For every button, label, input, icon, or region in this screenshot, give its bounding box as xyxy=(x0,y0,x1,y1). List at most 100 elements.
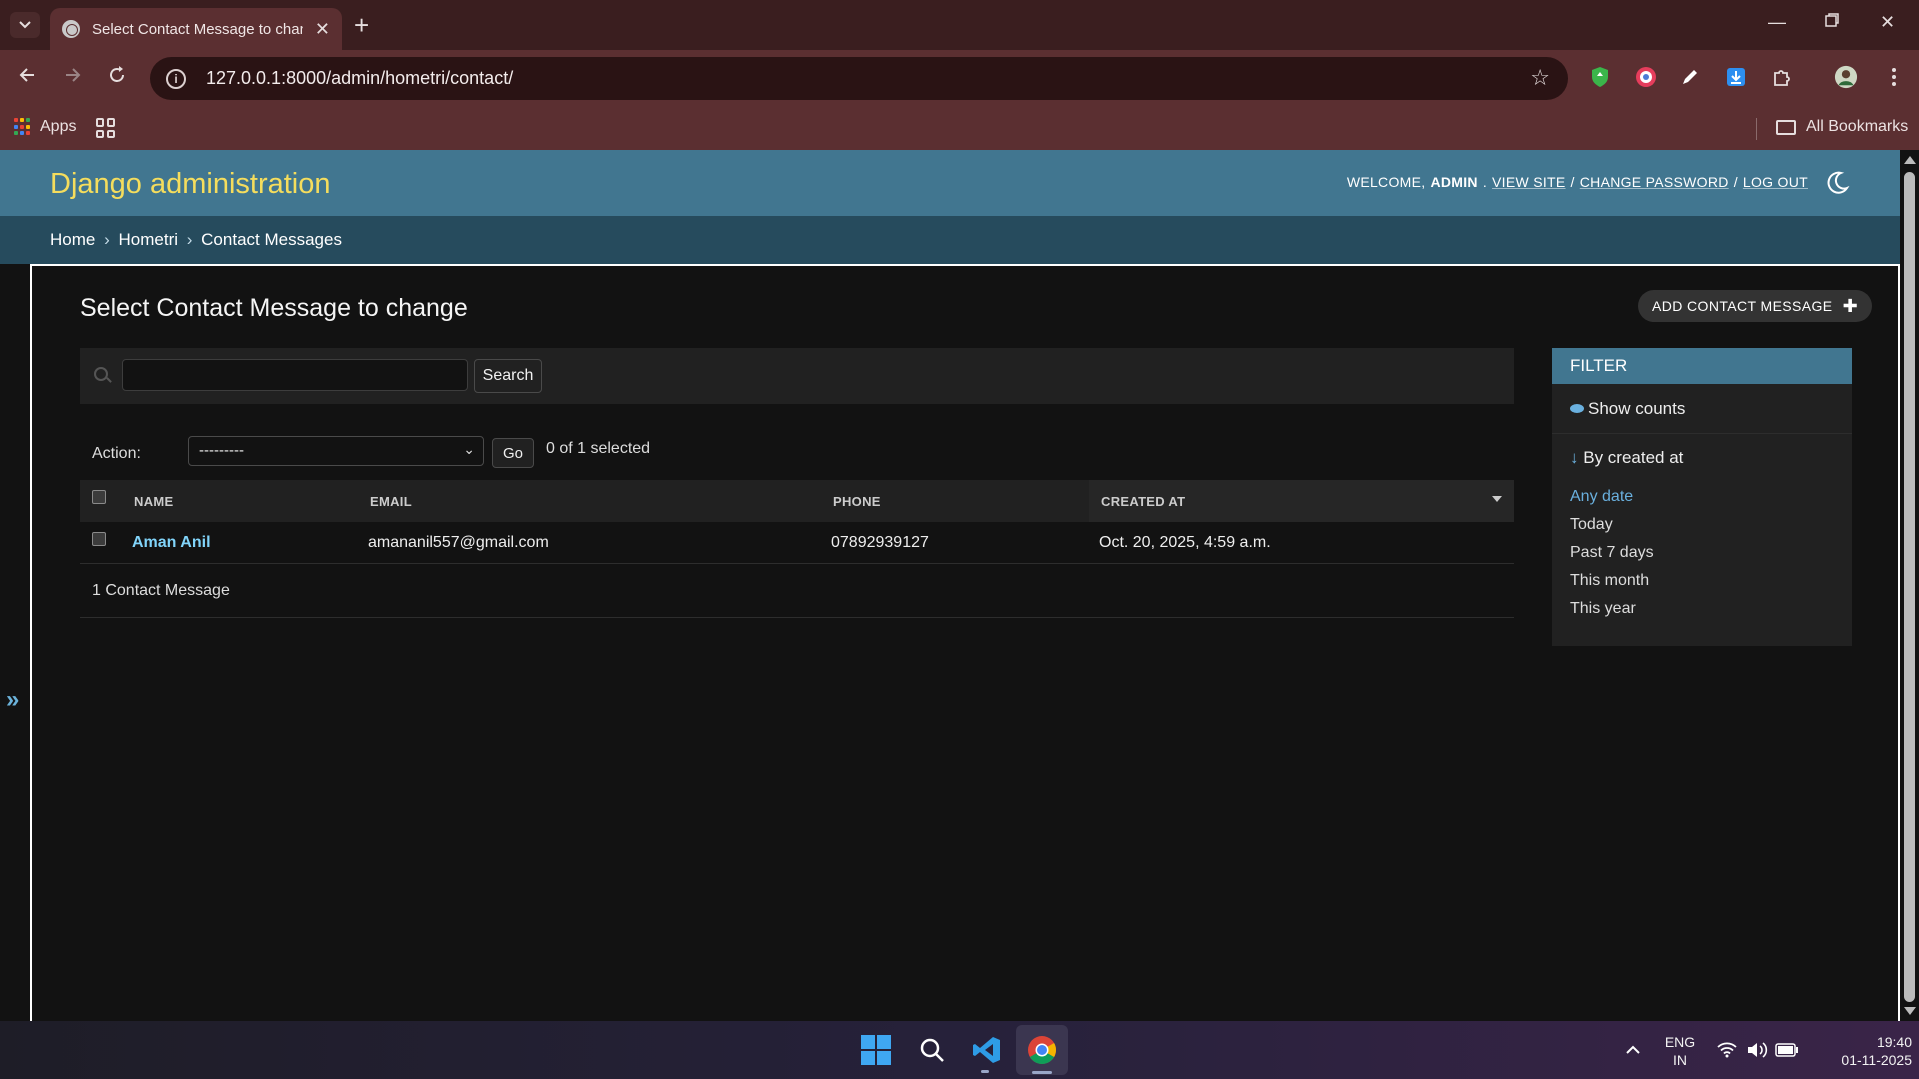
bookmark-apps-label: Apps xyxy=(40,118,77,135)
column-header-created-at[interactable]: CREATED AT xyxy=(1101,494,1185,509)
sort-descending-icon[interactable] xyxy=(1492,496,1502,502)
filter-option-any-date[interactable]: Any date xyxy=(1570,488,1834,516)
tools-separator: / xyxy=(1570,174,1575,190)
close-tab-icon[interactable]: ✕ xyxy=(315,19,330,40)
reload-icon[interactable] xyxy=(106,64,128,92)
row-phone: 07892939127 xyxy=(831,534,929,551)
pen-extension-icon[interactable] xyxy=(1678,65,1702,89)
scroll-down-icon[interactable] xyxy=(1904,1007,1916,1015)
breadcrumb-current: Contact Messages xyxy=(201,230,342,249)
column-header-phone[interactable]: PHONE xyxy=(833,494,881,509)
filter-section-title: By created at xyxy=(1583,448,1684,467)
action-select-value: --------- xyxy=(199,442,244,459)
breadcrumb-separator: › xyxy=(104,230,110,249)
site-brand[interactable]: Django administration xyxy=(50,168,330,201)
table-row: Aman Anil amananil557@gmail.com 07892939… xyxy=(80,522,1514,564)
tab-title: Select Contact Message to change | Djang… xyxy=(92,20,303,38)
breadcrumb: Home › Hometri › Contact Messages xyxy=(0,216,1900,264)
bookmark-star-icon[interactable]: ☆ xyxy=(1530,65,1550,91)
log-out-link[interactable]: LOG OUT xyxy=(1743,174,1808,190)
volume-icon[interactable] xyxy=(1740,1033,1774,1067)
tab-groups-icon[interactable] xyxy=(96,118,116,138)
column-header-name[interactable]: NAME xyxy=(134,494,173,509)
go-button[interactable]: Go xyxy=(492,438,534,468)
action-select[interactable]: --------- ⌄ xyxy=(188,436,484,466)
column-header-email[interactable]: EMAIL xyxy=(370,494,412,509)
profile-avatar-icon[interactable] xyxy=(1834,65,1858,89)
show-counts-link[interactable]: Show counts xyxy=(1552,384,1852,434)
search-icon xyxy=(94,367,108,381)
windows-taskbar: ENG IN 19:40 01-11-2025 xyxy=(0,1021,1919,1079)
browser-menu-icon[interactable] xyxy=(1882,65,1906,89)
windows-start-icon[interactable] xyxy=(859,1033,893,1067)
scroll-thumb[interactable] xyxy=(1904,172,1915,1002)
clock-date: 01-11-2025 xyxy=(1841,1052,1912,1068)
show-counts-label: Show counts xyxy=(1588,398,1686,418)
search-input[interactable] xyxy=(122,359,468,391)
bookmarks-divider xyxy=(1756,118,1757,140)
colorful-extension-icon[interactable] xyxy=(1634,65,1658,89)
all-bookmarks-label: All Bookmarks xyxy=(1806,118,1909,135)
clock-time: 19:40 xyxy=(1876,1034,1912,1050)
view-site-link[interactable]: VIEW SITE xyxy=(1492,174,1566,190)
table-header: NAME EMAIL PHONE CREATED AT xyxy=(80,480,1514,522)
clock[interactable]: 19:40 01-11-2025 xyxy=(1812,1033,1912,1069)
search-icon[interactable] xyxy=(915,1033,949,1067)
scroll-up-icon[interactable] xyxy=(1904,156,1916,164)
site-info-icon[interactable]: i xyxy=(166,68,186,89)
row-name-link[interactable]: Aman Anil xyxy=(132,534,211,552)
chevron-down-icon xyxy=(19,21,31,29)
extensions-puzzle-icon[interactable] xyxy=(1770,65,1794,89)
breadcrumb-home[interactable]: Home xyxy=(50,230,95,249)
nav-sidebar-toggle[interactable]: » xyxy=(6,686,19,714)
shield-extension-icon[interactable] xyxy=(1588,65,1612,89)
filter-title: FILTER xyxy=(1552,348,1852,384)
search-button[interactable]: Search xyxy=(474,359,542,393)
page-scrollbar[interactable] xyxy=(1900,150,1919,1021)
all-bookmarks[interactable]: All Bookmarks xyxy=(1776,118,1908,136)
welcome-text: WELCOME, xyxy=(1346,174,1426,190)
battery-icon[interactable] xyxy=(1770,1033,1804,1067)
forward-icon[interactable] xyxy=(62,64,84,92)
result-list: NAME EMAIL PHONE CREATED AT Aman Anil am… xyxy=(80,480,1514,618)
browser-tab-active[interactable]: Select Contact Message to change | Djang… xyxy=(50,8,342,50)
tab-search-button[interactable] xyxy=(10,12,40,38)
close-window-icon[interactable]: ✕ xyxy=(1880,12,1895,33)
user-tools: WELCOME, ADMIN. VIEW SITE / CHANGE PASSW… xyxy=(1346,174,1808,190)
page-title: Select Contact Message to change xyxy=(80,294,468,322)
minimize-icon[interactable]: — xyxy=(1768,12,1786,33)
eye-icon xyxy=(1570,404,1584,413)
new-tab-button[interactable]: + xyxy=(354,10,369,41)
back-icon[interactable] xyxy=(16,64,38,92)
selected-count: 0 of 1 selected xyxy=(546,440,651,457)
restore-icon[interactable] xyxy=(1824,12,1840,33)
row-checkbox[interactable] xyxy=(92,532,106,546)
region-code: IN xyxy=(1673,1052,1687,1068)
filter-option-this-month[interactable]: This month xyxy=(1570,572,1834,600)
breadcrumb-app[interactable]: Hometri xyxy=(119,230,179,249)
tools-separator: / xyxy=(1733,174,1738,190)
vscode-icon[interactable] xyxy=(970,1033,1004,1067)
content-area: Select Contact Message to change ADD CON… xyxy=(30,264,1900,1021)
add-contact-message-button[interactable]: ADD CONTACT MESSAGE ✚ xyxy=(1638,290,1873,322)
download-extension-icon[interactable] xyxy=(1724,65,1748,89)
row-email: amananil557@gmail.com xyxy=(368,534,549,551)
filter-option-today[interactable]: Today xyxy=(1570,516,1834,544)
change-password-link[interactable]: CHANGE PASSWORD xyxy=(1580,174,1729,190)
filter-section-created-at[interactable]: ↓ By created at xyxy=(1552,434,1852,482)
theme-toggle-moon-icon[interactable] xyxy=(1824,170,1850,196)
chevron-up-icon[interactable] xyxy=(1616,1033,1650,1067)
wifi-icon[interactable] xyxy=(1710,1033,1744,1067)
add-button-label: ADD CONTACT MESSAGE xyxy=(1652,298,1833,314)
filter-option-this-year[interactable]: This year xyxy=(1570,600,1834,628)
language-indicator[interactable]: ENG IN xyxy=(1660,1033,1700,1069)
bookmark-apps[interactable]: Apps xyxy=(14,118,76,136)
language-code: ENG xyxy=(1664,1034,1696,1050)
browser-tabstrip: Select Contact Message to change | Djang… xyxy=(0,0,1919,50)
apps-grid-icon xyxy=(14,118,32,136)
filter-option-past-7-days[interactable]: Past 7 days xyxy=(1570,544,1834,572)
browser-toolbar: i 127.0.0.1:8000/admin/hometri/contact/ … xyxy=(0,50,1919,108)
select-all-checkbox[interactable] xyxy=(92,490,106,504)
address-bar[interactable]: i 127.0.0.1:8000/admin/hometri/contact/ … xyxy=(150,57,1568,100)
chrome-icon[interactable] xyxy=(1025,1033,1059,1067)
